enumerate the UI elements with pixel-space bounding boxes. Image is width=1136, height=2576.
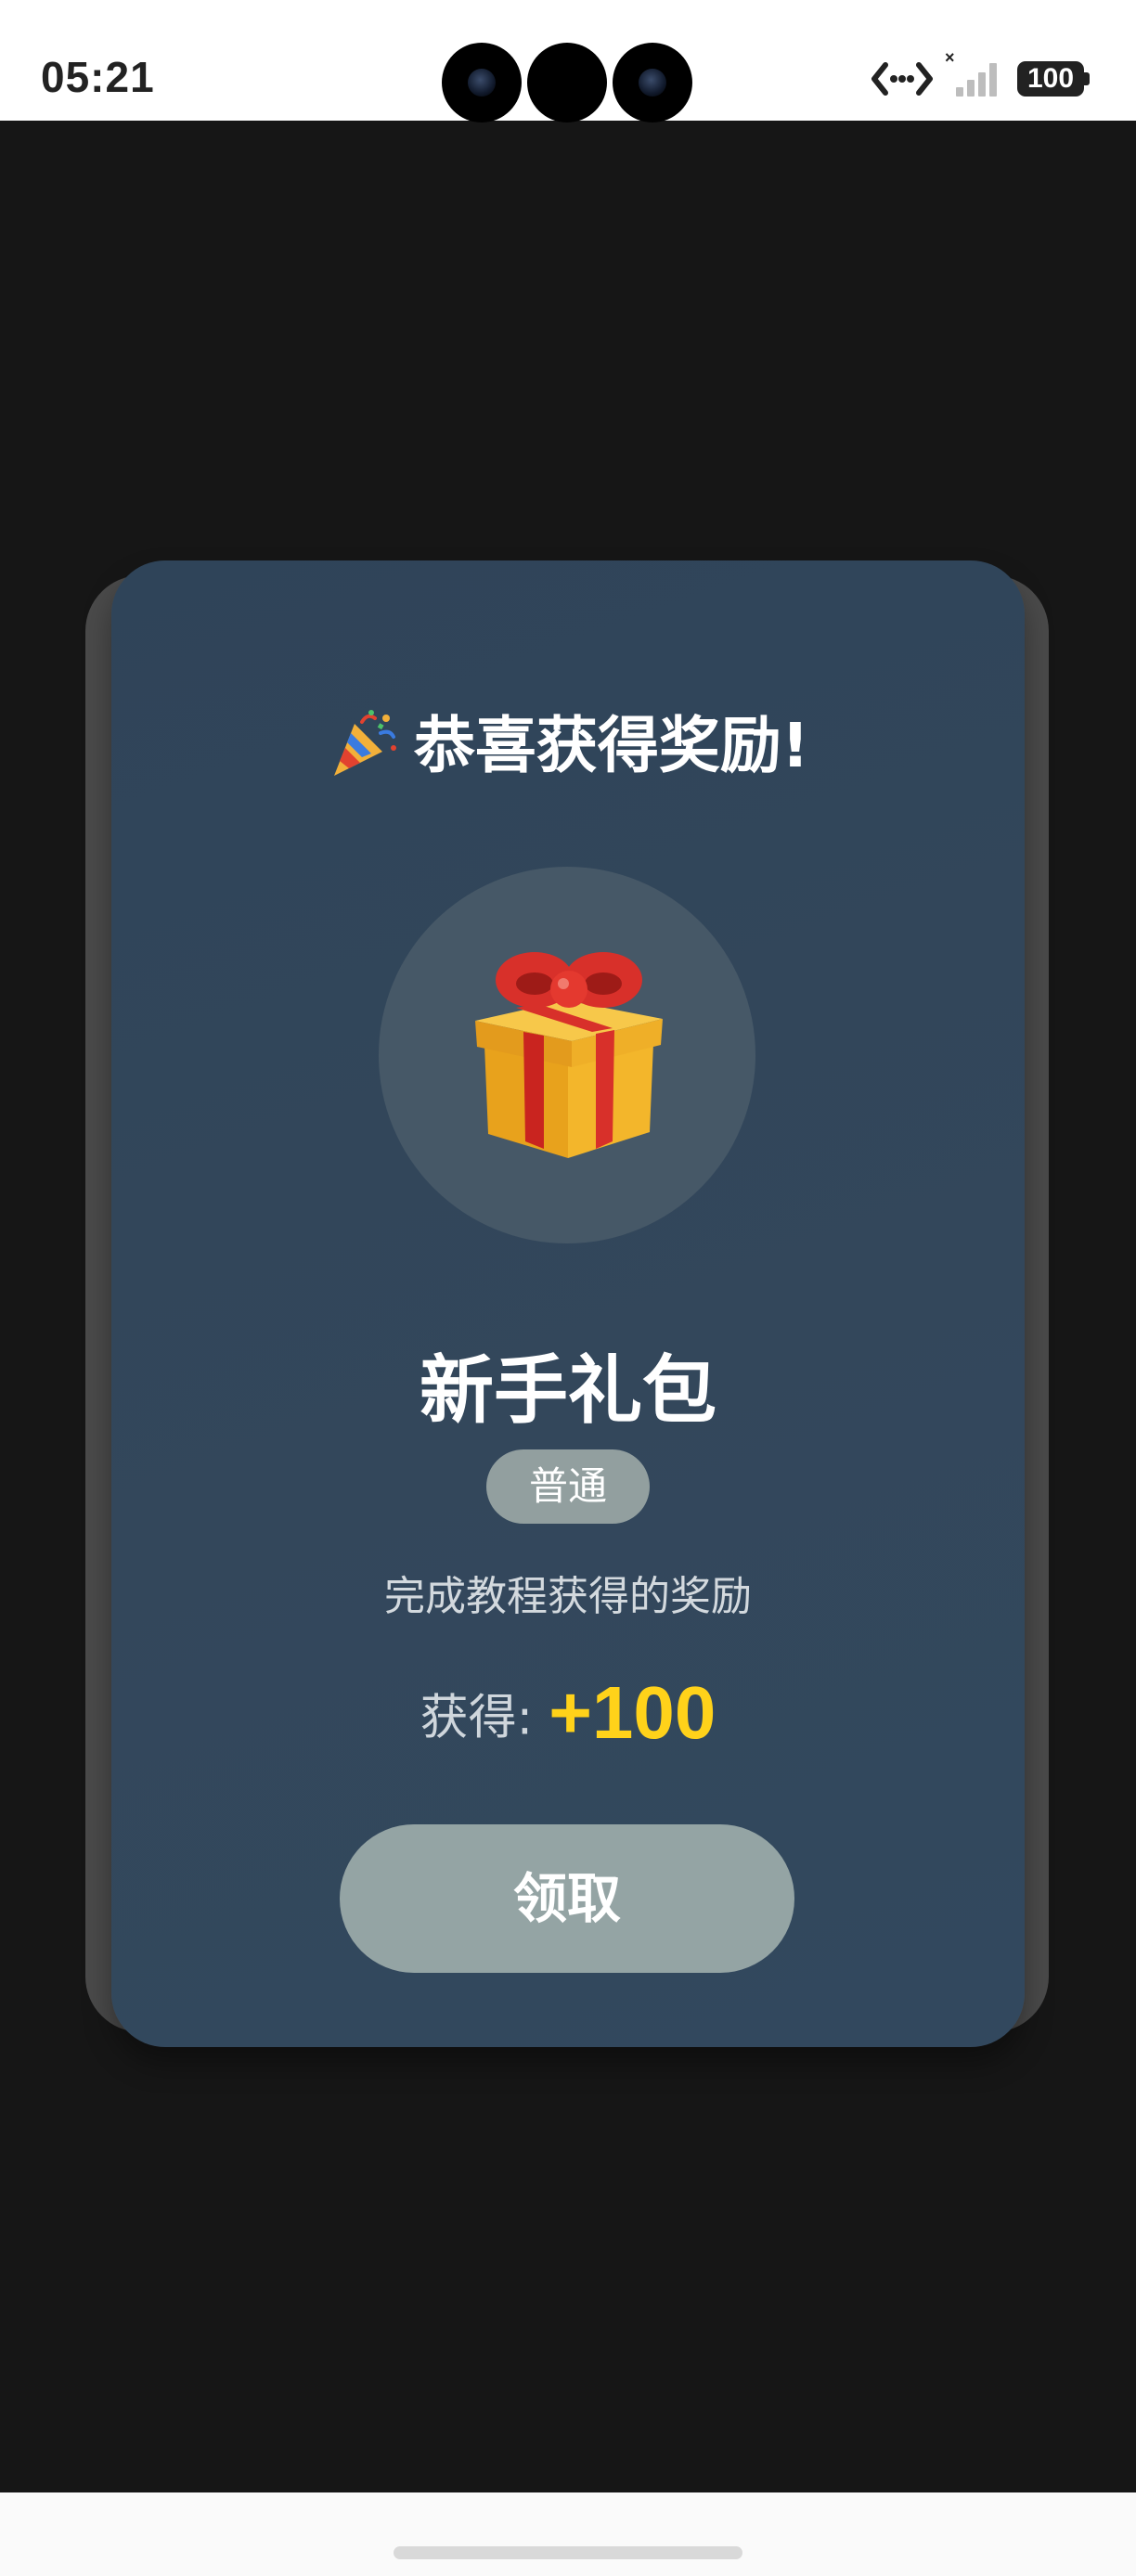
dialog-title-text: 恭喜获得奖励! xyxy=(413,710,810,781)
item-name: 新手礼包 xyxy=(420,1347,716,1434)
dialog-title: 恭喜获得奖励! xyxy=(111,696,1025,785)
camera-lens-icon xyxy=(442,43,522,122)
battery-level: 100 xyxy=(1026,63,1075,94)
svg-text:×: × xyxy=(945,48,955,67)
reward-label: 获得: xyxy=(420,1690,534,1746)
home-indicator[interactable] xyxy=(394,2546,742,2559)
reward-row: 获得: +100 xyxy=(111,1670,1025,1756)
battery-tip xyxy=(1084,72,1090,85)
signal-no-service-icon: × xyxy=(945,48,997,97)
item-description: 完成教程获得的奖励 xyxy=(384,1573,752,1620)
rarity-badge: 普通 xyxy=(486,1449,650,1524)
item-icon-container xyxy=(379,867,755,1243)
reward-amount: +100 xyxy=(549,1671,716,1754)
navigation-bar xyxy=(0,2492,1136,2576)
party-popper-icon xyxy=(333,710,396,776)
gift-box-icon xyxy=(475,952,663,1158)
reward-dialog: 恭喜获得奖励! 新手礼包 普通 完成教程获得的奖励 获得: +100 领取 xyxy=(111,560,1025,2047)
battery-icon: 100 xyxy=(1017,61,1084,97)
claim-button[interactable]: 领取 xyxy=(340,1824,794,1973)
status-bar: 05:21 × 100 xyxy=(0,0,1136,122)
network-transfer-icon xyxy=(871,62,933,96)
status-time: 05:21 xyxy=(41,53,155,101)
camera-lens-icon xyxy=(613,43,692,122)
camera-sensor-icon xyxy=(527,43,607,122)
